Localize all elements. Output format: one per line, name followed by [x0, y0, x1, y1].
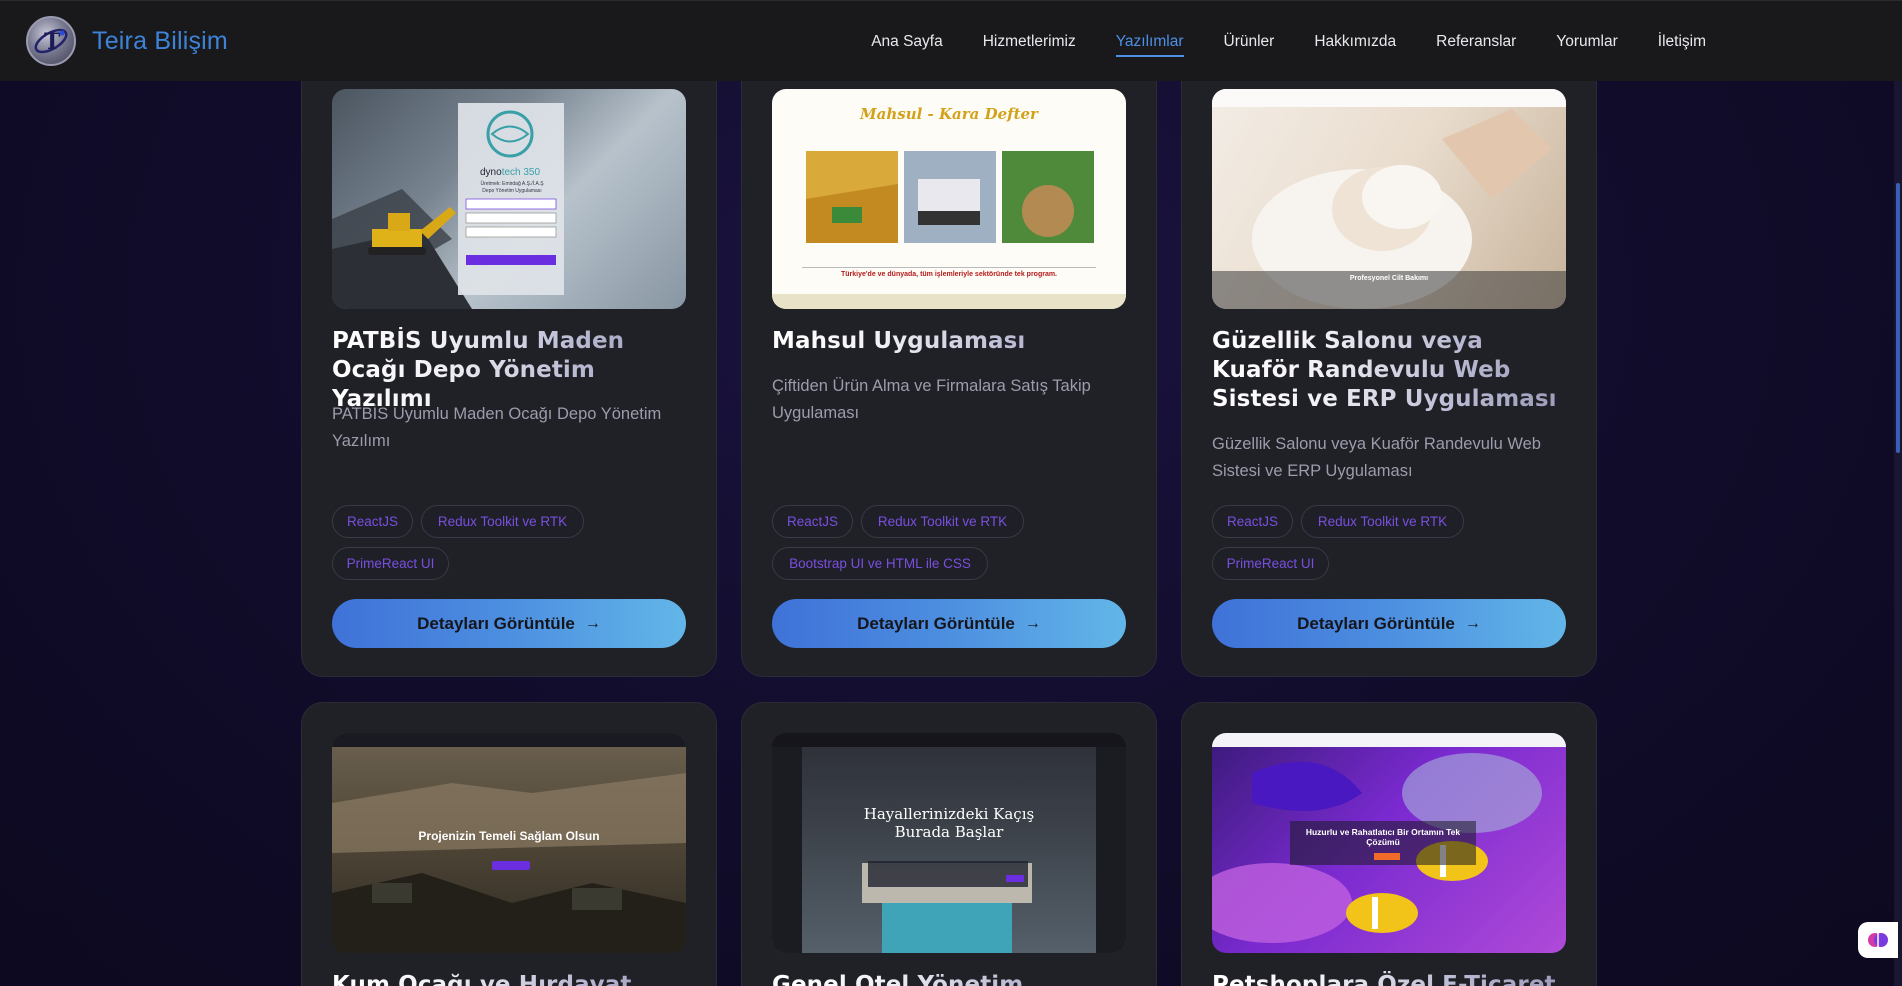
- shot-line-2: Depo Yönetim Uygulaması: [482, 188, 542, 194]
- arrow-right-icon: →: [1024, 614, 1041, 632]
- arrow-right-icon: →: [1464, 614, 1481, 632]
- project-screenshot[interactable]: Profesyonel Cilt Bakımı: [1212, 89, 1566, 309]
- nav-item-ana-sayfa[interactable]: Ana Sayfa: [871, 33, 943, 51]
- shot-line-1: Üretmek: Emirdağ A.Ş./İ.A.Ş: [480, 181, 544, 187]
- scrollbar-thumb[interactable]: [1896, 183, 1900, 453]
- nav-menu: Ana Sayfa Hizmetlerimiz Yazılımlar Ürünl…: [831, 1, 1706, 82]
- brand[interactable]: T Teira Bilişim: [26, 16, 228, 66]
- card-description: PATBİS Uyumlu Maden Ocağı Depo Yönetim Y…: [332, 405, 662, 450]
- tag: Redux Toolkit ve RTK: [421, 505, 584, 538]
- card-title: Genel Otel Yönetim Sistemi ile: [772, 971, 1128, 986]
- nav-item-yorumlar[interactable]: Yorumlar: [1556, 33, 1617, 51]
- svg-text:T: T: [44, 29, 61, 55]
- navbar: T Teira Bilişim Ana Sayfa Hizmetlerimiz …: [0, 0, 1902, 81]
- tag: Bootstrap UI ve HTML ile CSS: [772, 547, 988, 580]
- page-scrollbar[interactable]: [1894, 81, 1902, 986]
- details-button-label: Detayları Görüntüle: [417, 613, 575, 633]
- card-title: Güzellik Salonu veya Kuaför Randevulu We…: [1212, 327, 1568, 414]
- shot-heading: Projenizin Temeli Sağlam Olsun: [418, 829, 600, 843]
- details-button-label: Detayları Görüntüle: [857, 613, 1015, 633]
- tag: Redux Toolkit ve RTK: [1301, 505, 1464, 538]
- brand-name: Teira Bilişim: [92, 26, 228, 55]
- logo-icon: T: [26, 16, 76, 66]
- card-description: Güzellik Salonu veya Kuaför Randevulu We…: [1212, 435, 1541, 480]
- arrow-right-icon: →: [584, 614, 601, 632]
- card-title: Kum Ocağı ve Hırdavat Satışı: [332, 971, 688, 986]
- card-title: Mahsul Uygulaması: [772, 327, 1128, 356]
- tag: PrimeReact UI: [1212, 547, 1329, 580]
- nav-item-referanslar[interactable]: Referanslar: [1436, 33, 1516, 51]
- project-screenshot[interactable]: Mahsul - Kara Defter Türkiye'de ve dünya…: [772, 89, 1126, 309]
- details-button[interactable]: Detayları Görüntüle →: [332, 599, 686, 648]
- project-card: Hayallerinizdeki Kaçış Burada Başlar Gen…: [741, 702, 1157, 986]
- project-screenshot[interactable]: Hayallerinizdeki Kaçış Burada Başlar: [772, 733, 1126, 953]
- tag: PrimeReact UI: [332, 547, 449, 580]
- tag: ReactJS: [1212, 505, 1293, 538]
- nav-item-hizmetlerimiz[interactable]: Hizmetlerimiz: [983, 33, 1076, 51]
- nav-item-hakkimizda[interactable]: Hakkımızda: [1314, 33, 1396, 51]
- shot-caption: Profesyonel Cilt Bakımı: [1349, 275, 1429, 282]
- project-screenshot[interactable]: dynotech 350 Üretmek: Emirdağ A.Ş./İ.A.Ş…: [332, 89, 686, 309]
- project-card: Projenizin Temeli Sağlam Olsun Kum Ocağı…: [301, 702, 717, 986]
- project-screenshot[interactable]: Huzurlu ve Rahatlatıcı Bir Ortamın Tek Ç…: [1212, 733, 1566, 953]
- details-button[interactable]: Detayları Görüntüle →: [772, 599, 1126, 648]
- assistant-button[interactable]: [1858, 922, 1898, 958]
- nav-item-iletisim[interactable]: İletişim: [1658, 33, 1706, 51]
- card-title: Petshoplara Özel E-Ticaret ve: [1212, 971, 1568, 986]
- card-description: Çiftiden Ürün Alma ve Firmalara Satış Ta…: [772, 377, 1091, 422]
- shot-heading: Hayallerinizdeki Kaçış Burada Başlar: [863, 805, 1035, 841]
- shot-brand: dynotech 350: [480, 167, 541, 178]
- brain-icon: [1868, 933, 1888, 947]
- details-button[interactable]: Detayları Görüntüle →: [1212, 599, 1566, 648]
- shot-heading: Huzurlu ve Rahatlatıcı Bir Ortamın Tek Ç…: [1305, 827, 1461, 847]
- shot-footer: Türkiye'de ve dünyada, tüm işlemleriyle …: [840, 271, 1057, 278]
- project-screenshot[interactable]: Projenizin Temeli Sağlam Olsun: [332, 733, 686, 953]
- nav-item-yazilimlar[interactable]: Yazılımlar: [1115, 33, 1184, 57]
- project-card: dynotech 350 Üretmek: Emirdağ A.Ş./İ.A.Ş…: [301, 40, 717, 677]
- tag: ReactJS: [332, 505, 413, 538]
- tag: ReactJS: [772, 505, 853, 538]
- nav-item-urunler[interactable]: Ürünler: [1224, 33, 1275, 51]
- project-card: Huzurlu ve Rahatlatıcı Bir Ortamın Tek Ç…: [1181, 702, 1597, 986]
- project-card: Mahsul - Kara Defter Türkiye'de ve dünya…: [741, 40, 1157, 677]
- tag: Redux Toolkit ve RTK: [861, 505, 1024, 538]
- details-button-label: Detayları Görüntüle: [1297, 613, 1455, 633]
- project-card: Profesyonel Cilt Bakımı Güzellik Salonu …: [1181, 40, 1597, 677]
